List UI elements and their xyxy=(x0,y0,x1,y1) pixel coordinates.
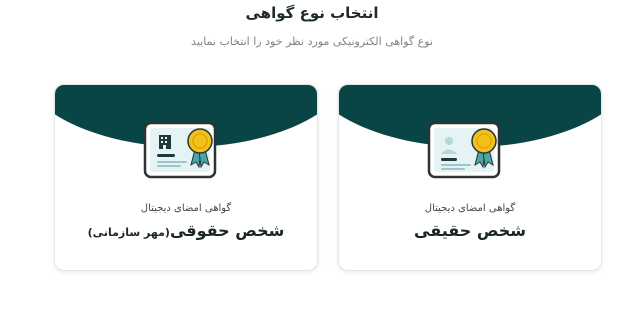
page-subtitle: نوع گواهی الکترونیکی مورد نظر خود را انت… xyxy=(191,35,433,48)
card-big-label-suffix: (مهر سازمانی) xyxy=(87,226,170,239)
organization-certificate-icon xyxy=(143,121,217,179)
real-person-card[interactable]: گواهی امضای دیجیتال شخص حقیقی xyxy=(338,84,602,271)
card-big-label-text: شخص حقوقی xyxy=(169,221,285,240)
card-small-label: گواهی امضای دیجیتال xyxy=(140,203,232,214)
certificate-type-page: انتخاب نوع گواهی نوع گواهی الکترونیکی مو… xyxy=(0,0,624,312)
card-big-label: شخص حقیقی xyxy=(339,221,601,240)
card-big-label-text: شخص حقیقی xyxy=(414,221,526,240)
page-title: انتخاب نوع گواهی xyxy=(245,4,379,22)
card-big-label: شخص حقوقی(مهر سازمانی) xyxy=(55,221,317,240)
legal-entity-card[interactable]: گواهی امضای دیجیتال شخص حقوقی(مهر سازمان… xyxy=(54,84,318,271)
person-certificate-icon xyxy=(427,121,501,179)
card-small-label: گواهی امضای دیجیتال xyxy=(424,203,516,214)
